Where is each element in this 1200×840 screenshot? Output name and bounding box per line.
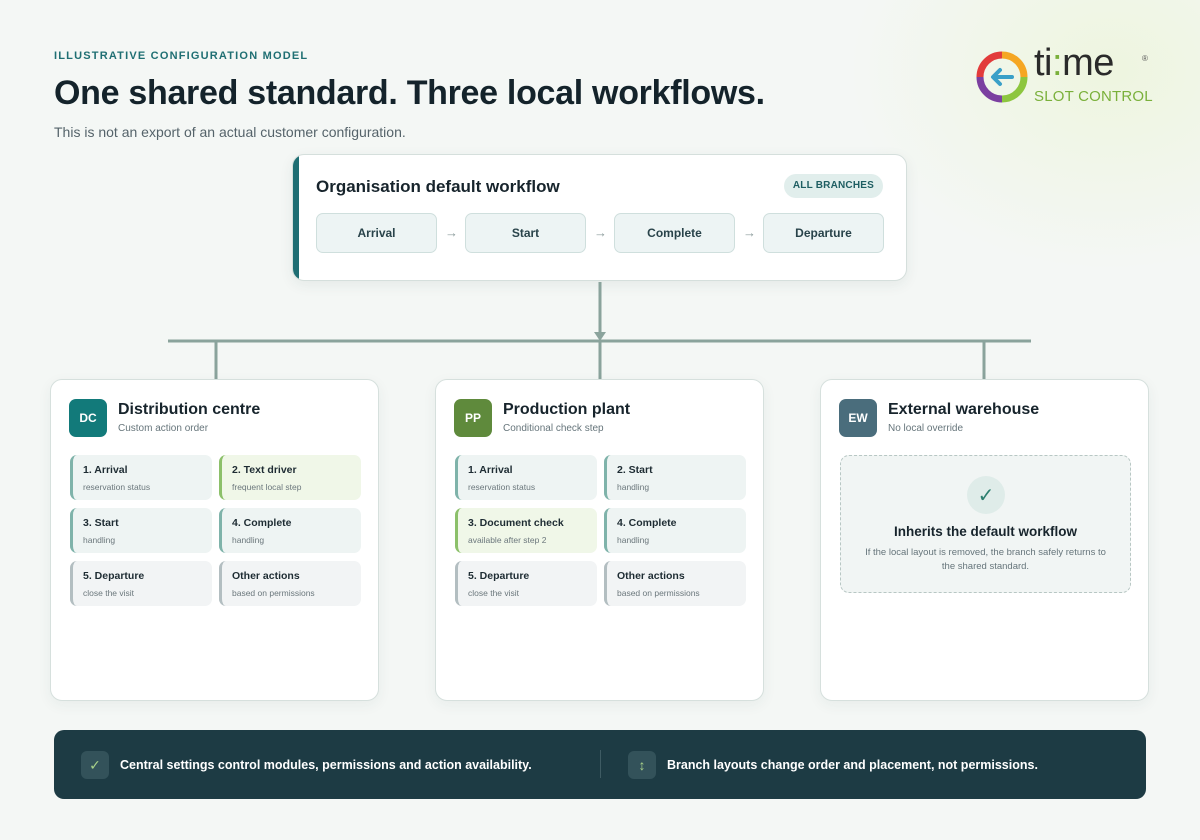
branch-card-production-plant: PP Production plant Conditional check st… (435, 379, 764, 701)
action-tile-local: 3. Document check available after step 2 (455, 508, 597, 553)
branch-description: No local override (888, 423, 964, 434)
action-tile: 4. Complete handling (219, 508, 361, 553)
default-step-start: Start (465, 213, 586, 253)
default-step-complete: Complete (614, 213, 735, 253)
branch-code-badge: PP (454, 399, 492, 437)
footer-divider (600, 750, 601, 778)
footer-note-branch-layouts: Branch layouts change order and placemen… (667, 758, 1038, 772)
action-tile: 1. Arrival reservation status (455, 455, 597, 500)
trunk-arrowhead-icon (594, 332, 606, 341)
inherit-title: Inherits the default workflow (893, 524, 1077, 539)
action-tile: 5. Departure close the visit (455, 561, 597, 606)
logo-subtitle: SLOT CONTROL (1034, 88, 1153, 105)
action-tile: 3. Start handling (70, 508, 212, 553)
default-workflow-card: Organisation default workflow ALL BRANCH… (292, 154, 907, 281)
inherit-description: If the local layout is removed, the bran… (865, 547, 1106, 572)
default-step-departure: Departure (763, 213, 884, 253)
action-tile: 1. Arrival reservation status (70, 455, 212, 500)
action-tile-other: Other actions based on permissions (219, 561, 361, 606)
page-title: One shared standard. Three local workflo… (54, 74, 765, 112)
eyebrow-label: ILLUSTRATIVE CONFIGURATION MODEL (54, 50, 309, 62)
branch-code-badge: DC (69, 399, 107, 437)
ring-arrow-logo-icon (976, 51, 1028, 103)
step-arrow-icon: → (743, 225, 756, 240)
branch-name: Production plant (503, 401, 631, 418)
branch-card-distribution-centre: DC Distribution centre Custom action ord… (50, 379, 379, 701)
page-subtitle: This is not an export of an actual custo… (54, 124, 406, 140)
logo-registered-mark: ® (1142, 54, 1148, 63)
check-icon: ✓ (967, 476, 1005, 514)
branch-description: Custom action order (118, 423, 209, 434)
action-tile: 4. Complete handling (604, 508, 746, 553)
logo-wordmark: ti:me (1034, 42, 1114, 84)
step-arrow-icon: → (594, 225, 607, 240)
swap-vertical-icon: ↕ (628, 751, 656, 779)
branch-description: Conditional check step (503, 423, 604, 434)
default-step-arrival: Arrival (316, 213, 437, 253)
branch-card-external-warehouse: EW External warehouse No local override … (820, 379, 1149, 701)
check-icon: ✓ (81, 751, 109, 779)
action-tile-other: Other actions based on permissions (604, 561, 746, 606)
action-tile-local: 2. Text driver frequent local step (219, 455, 361, 500)
inherit-default-panel: ✓ Inherits the default workflow If the l… (840, 455, 1131, 593)
action-tile: 5. Departure close the visit (70, 561, 212, 606)
branch-name: Distribution centre (118, 401, 261, 418)
card-accent-bar (293, 155, 299, 280)
all-branches-badge: ALL BRANCHES (783, 174, 883, 198)
footer-banner: ✓ Central settings control modules, perm… (54, 730, 1146, 799)
branch-name: External warehouse (888, 401, 1040, 418)
branch-code-badge: EW (839, 399, 877, 437)
default-workflow-title: Organisation default workflow (316, 177, 560, 196)
step-arrow-icon: → (445, 225, 458, 240)
action-tile: 2. Start handling (604, 455, 746, 500)
brand-logo: ti:me ® SLOT CONTROL (976, 42, 1156, 106)
footer-note-central-settings: Central settings control modules, permis… (120, 758, 532, 772)
